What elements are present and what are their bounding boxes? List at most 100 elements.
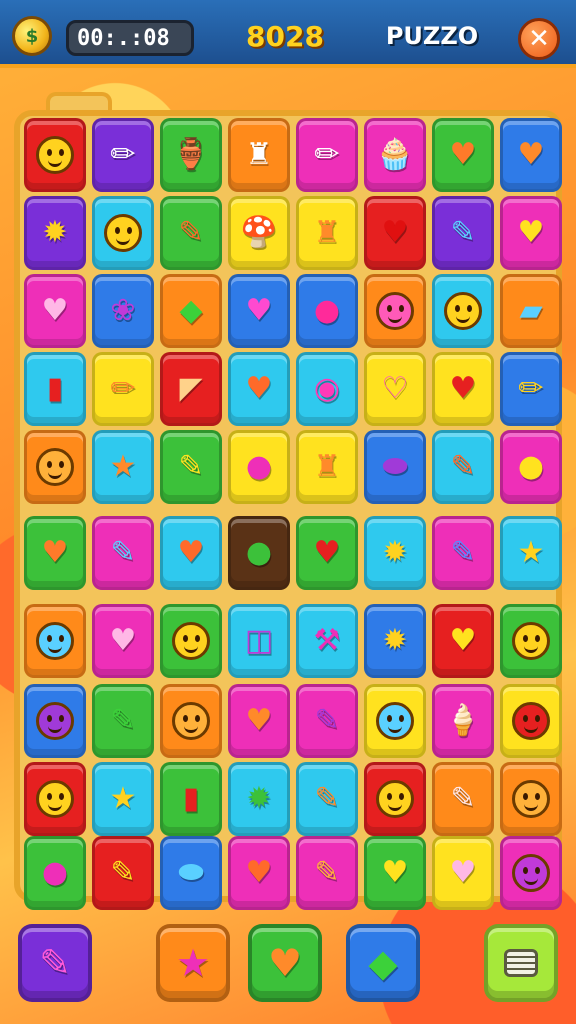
tile-r10-c3[interactable]: ⬬ — [160, 836, 222, 910]
tile-r8-c5[interactable]: ✎ — [296, 684, 358, 758]
tile-r7-c2[interactable]: ♥ — [92, 604, 154, 678]
tile-r10-c6[interactable]: ♥ — [364, 836, 426, 910]
tile-r1-c3[interactable]: 🏺 — [160, 118, 222, 192]
tile-r6-c6[interactable]: ✹ — [364, 516, 426, 590]
close-button[interactable]: ✕ — [518, 18, 560, 60]
tile-r7-c6[interactable]: ✹ — [364, 604, 426, 678]
tile-r10-c5[interactable]: ✎ — [296, 836, 358, 910]
sun-icon: ✹ — [382, 623, 408, 658]
tile-r10-c8[interactable] — [500, 836, 562, 910]
tile-r3-c8[interactable]: ▰ — [500, 274, 562, 348]
tile-r1-c8[interactable]: ♥ — [500, 118, 562, 192]
tile-r8-c4[interactable]: ♥ — [228, 684, 290, 758]
tile-r7-c4[interactable]: ◫ — [228, 604, 290, 678]
tile-r7-c5[interactable]: ⚒ — [296, 604, 358, 678]
tile-r3-c2[interactable]: ❀ — [92, 274, 154, 348]
tile-r10-c1[interactable]: ● — [24, 836, 86, 910]
tile-r3-c4[interactable]: ♥ — [228, 274, 290, 348]
tile-r4-c4[interactable]: ♥ — [228, 352, 290, 426]
tile-r3-c6[interactable] — [364, 274, 426, 348]
tile-r7-c3[interactable] — [160, 604, 222, 678]
tile-r1-c1[interactable] — [24, 118, 86, 192]
tile-r8-c3[interactable] — [160, 684, 222, 758]
eraser-icon: ▰ — [519, 293, 543, 328]
menu-button[interactable] — [484, 924, 558, 1002]
sun-icon: ✹ — [42, 215, 68, 250]
tile-r1-c6[interactable]: 🧁 — [364, 118, 426, 192]
heart-button[interactable]: ♥ — [248, 924, 322, 1002]
tile-r9-c8[interactable] — [500, 762, 562, 836]
tile-r8-c1[interactable] — [24, 684, 86, 758]
tile-r10-c2[interactable]: ✎ — [92, 836, 154, 910]
tile-r4-c2[interactable]: ✏ — [92, 352, 154, 426]
tile-r9-c4[interactable]: ✹ — [228, 762, 290, 836]
tile-r2-c7[interactable]: ✎ — [432, 196, 494, 270]
heart-icon: ♥ — [313, 535, 341, 570]
tile-r6-c8[interactable]: ★ — [500, 516, 562, 590]
tile-r5-c7[interactable]: ✎ — [432, 430, 494, 504]
tile-r6-c3[interactable]: ♥ — [160, 516, 222, 590]
tile-r2-c2[interactable] — [92, 196, 154, 270]
tile-r3-c5[interactable]: ● — [296, 274, 358, 348]
tile-r4-c6[interactable]: ♡ — [364, 352, 426, 426]
tile-r6-c2[interactable]: ✎ — [92, 516, 154, 590]
heart-icon: ♥ — [41, 293, 69, 328]
tile-r4-c8[interactable]: ✏ — [500, 352, 562, 426]
tile-r10-c7[interactable]: ♥ — [432, 836, 494, 910]
tile-r4-c1[interactable]: ▮ — [24, 352, 86, 426]
tile-r8-c2[interactable]: ✎ — [92, 684, 154, 758]
tile-r1-c7[interactable]: ♥ — [432, 118, 494, 192]
star-button[interactable]: ★ — [156, 924, 230, 1002]
tile-r6-c4[interactable]: ● — [228, 516, 290, 590]
tile-r5-c8[interactable]: ● — [500, 430, 562, 504]
leaf-button[interactable]: ◆ — [346, 924, 420, 1002]
tile-r6-c5[interactable]: ♥ — [296, 516, 358, 590]
heart-icon: ♥ — [517, 215, 545, 250]
tile-r9-c1[interactable] — [24, 762, 86, 836]
pencil-icon: ✎ — [110, 855, 136, 890]
money-coin-icon[interactable]: $ — [12, 16, 52, 56]
crayon-button[interactable]: ✎ — [18, 924, 92, 1002]
tile-r5-c4[interactable]: ● — [228, 430, 290, 504]
tile-r2-c8[interactable]: ♥ — [500, 196, 562, 270]
tile-r9-c5[interactable]: ✎ — [296, 762, 358, 836]
tile-r10-c4[interactable]: ♥ — [228, 836, 290, 910]
tile-r2-c3[interactable]: ✎ — [160, 196, 222, 270]
timer-display: 00:.:08 — [66, 20, 194, 56]
tile-r4-c7[interactable]: ♥ — [432, 352, 494, 426]
tile-r9-c7[interactable]: ✎ — [432, 762, 494, 836]
tile-r5-c5[interactable]: ♜ — [296, 430, 358, 504]
tile-r5-c6[interactable]: ⬬ — [364, 430, 426, 504]
tile-r9-c3[interactable]: ▮ — [160, 762, 222, 836]
tile-r4-c3[interactable]: ◤ — [160, 352, 222, 426]
tile-r4-c5[interactable]: ◉ — [296, 352, 358, 426]
tile-r9-c6[interactable] — [364, 762, 426, 836]
face-icon — [172, 702, 210, 740]
tile-r1-c2[interactable]: ✏ — [92, 118, 154, 192]
tile-r8-c8[interactable] — [500, 684, 562, 758]
tile-r8-c7[interactable]: 🍦 — [432, 684, 494, 758]
tile-r2-c4[interactable]: 🍄 — [228, 196, 290, 270]
tile-grid: ✏ 🏺 ♜ ✏ 🧁 ♥ ♥ ✹ ✎ 🍄 ♜ ♥ ✎ ♥ ♥ ❀ ◆ ♥ ● ▰ ▮ ✏ ◤ ♥ ◉ ♡ ♥ ✏ ★ ✎ ● ♜ ⬬ ✎ ● ♥ ✎ ♥ ● ♥… — [22, 118, 562, 910]
tile-r7-c7[interactable]: ♥ — [432, 604, 494, 678]
tile-r8-c6[interactable] — [364, 684, 426, 758]
tile-r1-c5[interactable]: ✏ — [296, 118, 358, 192]
tile-r5-c3[interactable]: ✎ — [160, 430, 222, 504]
tile-r5-c2[interactable]: ★ — [92, 430, 154, 504]
tile-r3-c1[interactable]: ♥ — [24, 274, 86, 348]
tile-r2-c1[interactable]: ✹ — [24, 196, 86, 270]
tile-r5-c1[interactable] — [24, 430, 86, 504]
tile-r2-c6[interactable]: ♥ — [364, 196, 426, 270]
star-icon: ★ — [109, 449, 137, 484]
tile-r3-c3[interactable]: ◆ — [160, 274, 222, 348]
tile-r9-c2[interactable]: ★ — [92, 762, 154, 836]
tile-r7-c1[interactable] — [24, 604, 86, 678]
tile-r2-c5[interactable]: ♜ — [296, 196, 358, 270]
tile-r1-c4[interactable]: ♜ — [228, 118, 290, 192]
face-icon — [36, 780, 74, 818]
tile-r6-c1[interactable]: ♥ — [24, 516, 86, 590]
tile-r3-c7[interactable] — [432, 274, 494, 348]
pin-icon: ● — [245, 449, 273, 484]
tile-r7-c8[interactable] — [500, 604, 562, 678]
tile-r6-c7[interactable]: ✎ — [432, 516, 494, 590]
